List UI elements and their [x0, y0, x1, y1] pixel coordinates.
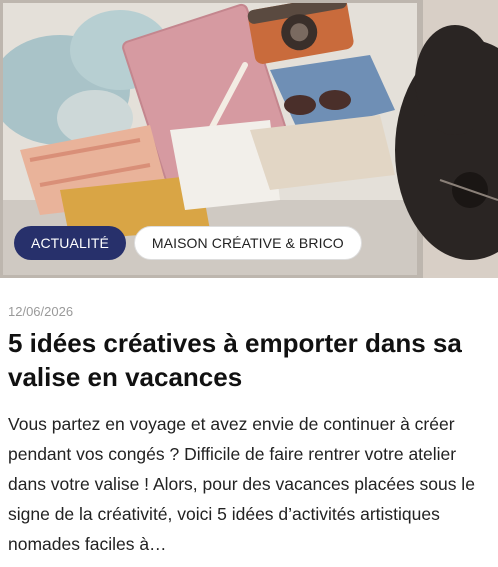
publish-date: 12/06/2026	[8, 304, 74, 319]
article-title[interactable]: 5 idées créatives à emporter dans sa val…	[8, 326, 492, 394]
article-card[interactable]: ACTUALITÉ MAISON CRÉATIVE & BRICO 12/06/…	[0, 0, 498, 567]
article-excerpt: Vous partez en voyage et avez envie de c…	[8, 414, 475, 554]
tag-actualite[interactable]: ACTUALITÉ	[14, 226, 126, 260]
tag-maison-creative-brico[interactable]: MAISON CRÉATIVE & BRICO	[133, 226, 362, 260]
category-tags: ACTUALITÉ MAISON CRÉATIVE & BRICO	[14, 226, 362, 260]
